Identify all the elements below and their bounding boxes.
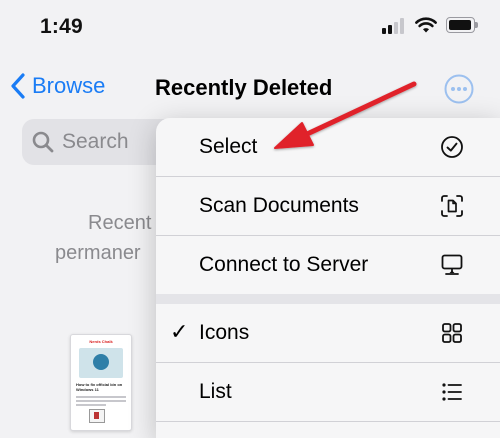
back-button-label: Browse	[32, 73, 106, 98]
status-time: 1:49	[40, 15, 83, 38]
menu-item-label: Connect to Server	[199, 253, 369, 276]
thumbnail-image	[79, 348, 123, 378]
menu-section-divider	[156, 294, 500, 304]
checkmark-icon: ✓	[170, 319, 189, 344]
status-icons	[382, 16, 478, 34]
display-server-icon	[440, 253, 464, 277]
status-bar: 1:49	[0, 0, 500, 62]
menu-item-connect-to-server[interactable]: Connect to Server	[156, 236, 500, 294]
context-menu: Select Scan Documents Connect to Server	[156, 118, 500, 438]
more-options-button[interactable]	[444, 74, 474, 104]
deleted-file-thumbnail[interactable]: Nerds Chalk How to fix official bin on W…	[70, 334, 132, 431]
battery-icon	[446, 17, 478, 33]
checkmark-circle-icon	[440, 135, 464, 159]
menu-item-label: Select	[199, 135, 258, 158]
wifi-icon	[415, 16, 437, 34]
doc-viewfinder-icon	[440, 194, 464, 218]
grid-icon	[440, 321, 464, 345]
back-button[interactable]: Browse	[10, 73, 105, 99]
menu-item-select[interactable]: Select	[156, 118, 500, 176]
thumbnail-heading: How to fix official bin on Windows 11	[76, 382, 123, 392]
page-title: Recently Deleted	[155, 75, 333, 100]
menu-item-label: List	[199, 380, 232, 403]
cellular-signal-icon	[382, 16, 406, 34]
menu-item-list[interactable]: List	[156, 363, 500, 421]
search-icon	[32, 131, 54, 153]
menu-item-label: Scan Documents	[199, 194, 359, 217]
thumbnail-figure	[89, 409, 105, 423]
ellipsis-circle-icon	[444, 74, 474, 104]
menu-item-icons[interactable]: ✓ Icons	[156, 304, 500, 362]
thumbnail-title: Nerds Chalk	[89, 339, 113, 344]
menu-item-label: Icons	[199, 321, 250, 344]
menu-divider	[156, 421, 500, 422]
thumbnail-text-lines	[76, 396, 126, 406]
menu-item-scan-documents[interactable]: Scan Documents	[156, 177, 500, 235]
chevron-left-icon	[10, 73, 26, 99]
list-bullet-icon	[440, 380, 464, 404]
